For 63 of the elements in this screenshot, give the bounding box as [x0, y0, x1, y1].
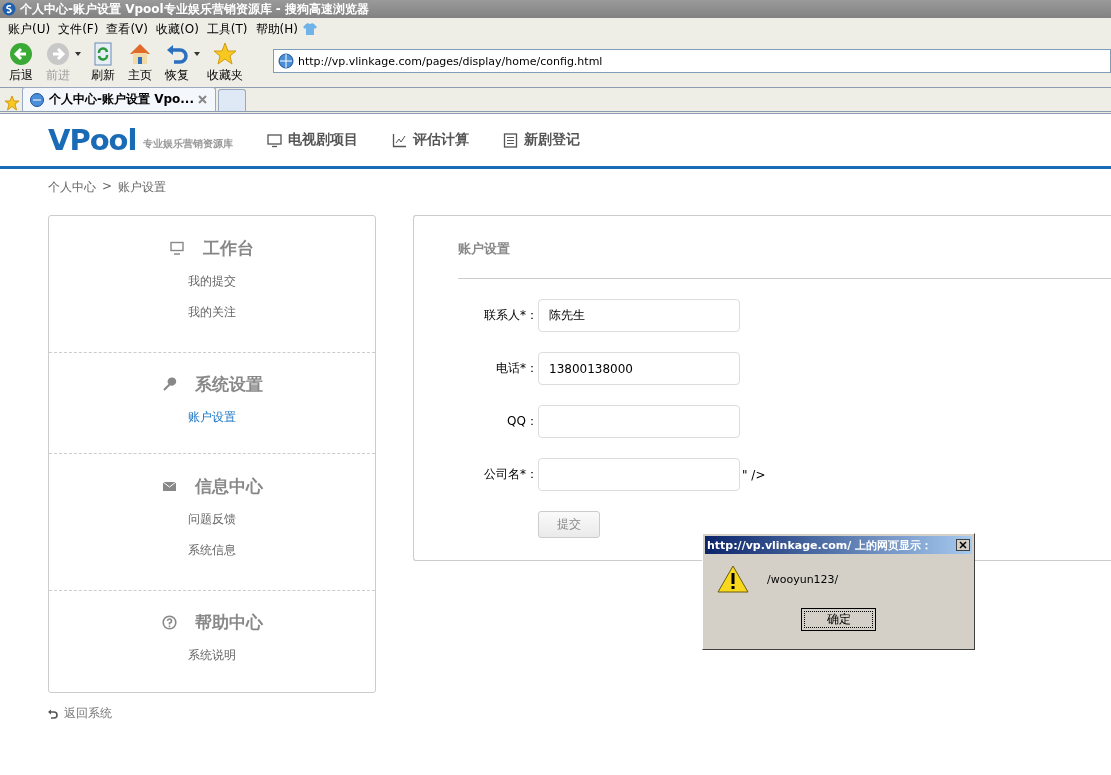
section-title: 工作台 — [203, 236, 254, 260]
monitor-icon — [170, 240, 185, 256]
document-list-icon — [502, 132, 518, 148]
shirt-icon[interactable] — [301, 22, 318, 36]
menu-item[interactable]: 文件(F) — [54, 20, 103, 38]
section-title: 信息中心 — [194, 474, 263, 498]
toolbar-button[interactable]: 刷新 — [86, 42, 119, 84]
section-title: 系统设置 — [194, 373, 263, 396]
input-field[interactable] — [538, 458, 740, 491]
sidebar-link[interactable]: 我的关注 — [188, 297, 236, 328]
field-label: 联系人*： — [483, 307, 538, 324]
window-title: 个人中心-账户设置 Vpool专业娱乐营销资源库 - 搜狗高速浏览器 — [20, 0, 369, 18]
return-arrow-icon — [48, 708, 58, 719]
toolbar-button[interactable]: 恢复 — [160, 42, 193, 84]
field-label: 电话*： — [495, 360, 538, 377]
star-icon — [213, 42, 237, 66]
back-link[interactable]: 返回系统 — [64, 705, 112, 722]
sidebar-link[interactable]: 系统信息 — [188, 535, 236, 566]
nav-link[interactable]: 电视剧项目 — [266, 131, 358, 149]
input-field[interactable] — [538, 405, 740, 438]
ok-button[interactable]: 确定 — [801, 608, 876, 631]
menu-item[interactable]: 账户(U) — [4, 20, 55, 38]
sidebar-link[interactable]: 账户设置 — [188, 402, 236, 433]
field-label: QQ： — [506, 413, 538, 430]
nav-link[interactable]: 新剧登记 — [502, 131, 580, 149]
stray-text: " /> — [742, 467, 766, 482]
nav-link[interactable]: 评估计算 — [391, 131, 469, 149]
sidebar-link[interactable]: 系统说明 — [188, 640, 236, 671]
new-tab-button[interactable] — [217, 89, 246, 111]
site-tagline: 专业娱乐营销资源库 — [142, 137, 233, 151]
caret-icon[interactable] — [193, 51, 201, 57]
menu-item[interactable]: 帮助(H) — [251, 20, 302, 38]
toolbar-button[interactable]: 后退 — [4, 42, 37, 84]
tab-title: 个人中心-账户设置 Vpo... — [49, 91, 194, 108]
browser-tab[interactable]: 个人中心-账户设置 Vpo... — [22, 87, 216, 111]
site-logo[interactable]: VPool — [48, 123, 137, 157]
warning-icon — [717, 564, 749, 594]
field-label: 公司名*： — [483, 466, 538, 483]
section-title: 帮助中心 — [194, 611, 263, 634]
toolbar-button[interactable]: 收藏夹 — [205, 42, 245, 84]
star-icon[interactable] — [4, 95, 20, 111]
monitor-icon — [266, 132, 282, 148]
menu-item[interactable]: 收藏(O) — [152, 20, 203, 38]
input-field[interactable]: 13800138000 — [538, 352, 740, 385]
breadcrumb-link[interactable]: 个人中心 — [48, 179, 96, 201]
panel-title: 账户设置 — [458, 216, 1111, 279]
address-field[interactable]: http://vp.vlinkage.com/pages/display/home/config.html — [273, 49, 1111, 73]
menu-item[interactable]: 工具(T) — [202, 20, 252, 38]
breadcrumb-link[interactable]: 账户设置 — [118, 179, 167, 201]
dialog-title: http://vp.vlinkage.com/ 上的网页显示： — [707, 537, 933, 553]
browser-logo-icon — [2, 2, 16, 16]
breadcrumb-separator: > — [102, 179, 113, 195]
toolbar-button[interactable]: 主页 — [123, 42, 156, 84]
sidebar-link[interactable]: 问题反馈 — [188, 504, 236, 535]
sidebar-link[interactable]: 我的提交 — [188, 266, 236, 297]
help-icon — [161, 615, 177, 630]
input-field[interactable]: 陈先生 — [538, 299, 740, 332]
menu-item[interactable]: 查看(V) — [102, 20, 152, 38]
globe-page-icon — [278, 53, 294, 69]
close-icon[interactable] — [956, 539, 970, 551]
dialog-message: /wooyun123/ — [767, 572, 839, 586]
line-chart-icon — [391, 132, 407, 148]
page-icon — [29, 91, 45, 108]
